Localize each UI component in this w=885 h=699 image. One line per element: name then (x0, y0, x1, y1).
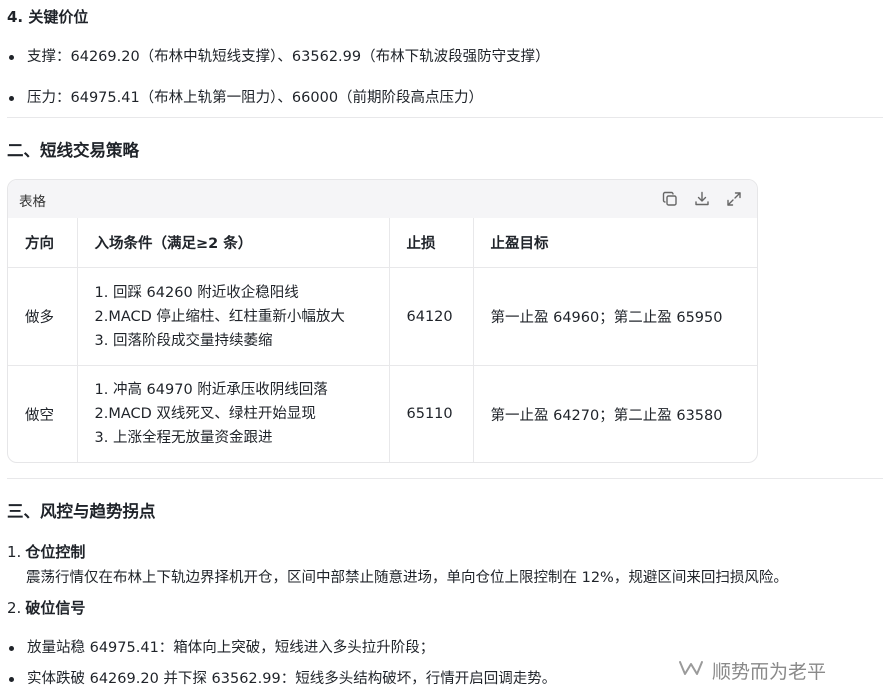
stop-cell: 65110 (388, 365, 473, 462)
key-levels-list: 支撑：64269.20（布林中轨短线支撑）、63562.99（布林下轨波段强防守… (7, 46, 550, 128)
col-stop: 止损 (388, 218, 473, 268)
condition-line: 3. 回落阶段成交量持续萎缩 (94, 332, 273, 349)
table-header-bar: 表格 (8, 180, 757, 218)
col-conditions: 入场条件（满足≥2 条） (76, 218, 389, 268)
section4-title: 4. 关键价位 (7, 8, 89, 26)
item-title: 仓位控制 (25, 543, 86, 561)
divider (7, 478, 883, 479)
table-row: 做多 1. 回踩 64260 附近收企稳阳线 2.MACD 停止缩柱、红柱重新小… (8, 267, 757, 366)
resistance-levels: 压力：64975.41（布林上轨第一阻力）、66000（前期阶段高点压力） (7, 87, 550, 128)
direction-cell: 做空 (8, 365, 77, 462)
watermark: 顺势而为老平 (676, 653, 826, 688)
divider (7, 117, 883, 118)
expand-icon[interactable] (725, 190, 743, 208)
item-number: 2. (7, 599, 22, 617)
item-title: 破位信号 (25, 599, 86, 617)
conditions-cell: 1. 冲高 64970 附近承压收阴线回落 2.MACD 双线死叉、绿柱开始显现… (76, 365, 389, 462)
copy-icon[interactable] (661, 190, 679, 208)
watermark-text: 顺势而为老平 (712, 661, 827, 683)
position-control-heading: 1. 仓位控制 (7, 541, 85, 562)
condition-line: 2.MACD 停止缩柱、红柱重新小幅放大 (94, 308, 345, 325)
section3-title: 三、风控与趋势拐点 (7, 502, 156, 521)
stop-cell: 64120 (388, 267, 473, 366)
download-icon[interactable] (693, 190, 711, 208)
list-item: 实体跌破 64269.20 并下探 63562.99：短线多头结构破坏，行情开启… (7, 668, 556, 699)
section2-title: 二、短线交易策略 (7, 141, 139, 160)
list-item: 放量站稳 64975.41：箱体向上突破，短线进入多头拉升阶段； (7, 637, 556, 668)
condition-line: 3. 上涨全程无放量资金跟进 (94, 430, 273, 446)
wechat-channel-icon (676, 653, 706, 688)
position-control-text: 震荡行情仅在布林上下轨边界择机开仓，区间中部禁止随意进场，单向仓位上限控制在 1… (26, 570, 788, 586)
table-label: 表格 (19, 194, 46, 210)
support-levels: 支撑：64269.20（布林中轨短线支撑）、63562.99（布林下轨波段强防守… (7, 46, 550, 87)
direction-cell: 做多 (8, 267, 77, 366)
col-target: 止盈目标 (472, 218, 757, 268)
signal-list: 放量站稳 64975.41：箱体向上突破，短线进入多头拉升阶段； 实体跌破 64… (7, 637, 556, 699)
item-number: 1. (7, 543, 22, 561)
condition-line: 2.MACD 双线死叉、绿柱开始显现 (94, 406, 316, 422)
strategy-table: 方向 入场条件（满足≥2 条） 止损 止盈目标 做多 1. 回踩 64260 附… (8, 218, 757, 462)
target-cell: 第一止盈 64270；第二止盈 63580 (472, 365, 757, 462)
condition-line: 1. 冲高 64970 附近承压收阴线回落 (94, 382, 328, 398)
col-direction: 方向 (8, 218, 77, 268)
breakout-signal-heading: 2. 破位信号 (7, 597, 85, 618)
conditions-cell: 1. 回踩 64260 附近收企稳阳线 2.MACD 停止缩柱、红柱重新小幅放大… (76, 267, 389, 366)
target-cell: 第一止盈 64960；第二止盈 65950 (472, 267, 757, 366)
condition-line: 1. 回踩 64260 附近收企稳阳线 (94, 284, 299, 301)
strategy-table-card: 表格 方向 入场条件（满足≥2 条） 止损 止盈目标 做多 1. 回踩 6426… (7, 179, 758, 463)
table-row: 做空 1. 冲高 64970 附近承压收阴线回落 2.MACD 双线死叉、绿柱开… (8, 365, 757, 462)
